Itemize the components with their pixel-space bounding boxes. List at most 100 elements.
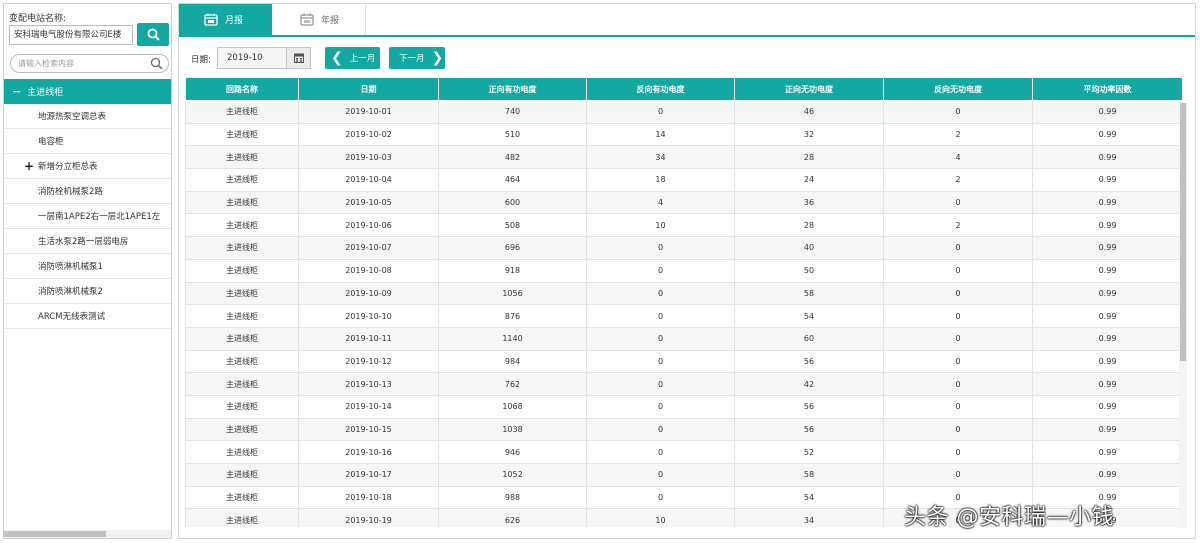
- horizontal-scrollbar[interactable]: [4, 530, 171, 538]
- table-cell: 主进线柜: [185, 394, 299, 419]
- tree-item[interactable]: 一层南1APE2右一层北1APE1左: [4, 204, 171, 229]
- table-row[interactable]: 主进线柜 2019-10-15 1038 0 56 0 0.99: [185, 417, 1183, 442]
- table-cell: 主进线柜: [185, 145, 299, 170]
- table-row[interactable]: 主进线柜 2019-10-02 510 14 32 2 0.99: [185, 122, 1183, 147]
- date-label: 日期:: [191, 55, 211, 65]
- calendar-icon[interactable]: [286, 48, 310, 68]
- table-cell: 0: [586, 236, 735, 260]
- column-header[interactable]: 反向有功电度: [586, 77, 735, 101]
- table-cell: 18: [586, 168, 735, 192]
- tree-search-input[interactable]: [18, 57, 148, 70]
- table-row[interactable]: 主进线柜 2019-10-06 508 10 28 2 0.99: [185, 213, 1183, 238]
- next-month-button[interactable]: 下一月 ❯: [389, 47, 445, 69]
- table-row[interactable]: 主进线柜 2019-10-08 918 0 50 0 0.99: [185, 258, 1183, 283]
- prev-month-button[interactable]: ❮ 上一月: [325, 47, 380, 69]
- tree-item-label: 消防喷淋机械泵2: [38, 287, 103, 297]
- tree-item[interactable]: 生活水泵2路一层弱电房: [4, 229, 171, 254]
- table-cell: 0: [883, 258, 1033, 283]
- table-cell: 主进线柜: [185, 508, 299, 527]
- station-select[interactable]: 安科瑞电气股份有限公司E楼: [9, 25, 133, 45]
- table-cell: 0: [586, 372, 735, 396]
- table-row[interactable]: 主进线柜 2019-10-03 482 34 28 4 0.99: [185, 145, 1183, 170]
- station-search-button[interactable]: [137, 23, 169, 46]
- table-row[interactable]: 主进线柜 2019-10-07 696 0 40 0 0.99: [185, 236, 1183, 260]
- column-header[interactable]: 正向有功电度: [438, 77, 587, 101]
- table-row[interactable]: 主进线柜 2019-10-17 1052 0 58 0 0.99: [185, 463, 1183, 487]
- collapse-icon[interactable]: −: [12, 85, 21, 98]
- table-cell: 40: [734, 236, 884, 260]
- table-row[interactable]: 主进线柜 2019-10-13 762 0 42 0 0.99: [185, 372, 1183, 396]
- tree-item[interactable]: 消防栓机械泵2路: [4, 179, 171, 204]
- table-cell: 主进线柜: [185, 258, 299, 283]
- table-cell: 42: [734, 372, 884, 396]
- month-picker[interactable]: 2019-10: [217, 47, 311, 69]
- column-header[interactable]: 回路名称: [185, 77, 299, 101]
- tab-yearly-report[interactable]: 年报: [275, 4, 366, 35]
- table-cell: 2019-10-01: [298, 100, 439, 124]
- table-cell: 主进线柜: [185, 463, 299, 487]
- table-row[interactable]: 主进线柜 2019-10-12 984 0 56 0 0.99: [185, 349, 1183, 374]
- tab-yearly-label: 年报: [321, 16, 340, 26]
- tree-item-label: 一层南1APE2右一层北1APE1左: [38, 212, 161, 222]
- expand-icon[interactable]: +: [24, 159, 34, 173]
- table-cell: 0.99: [1032, 463, 1183, 487]
- tree-search-box[interactable]: [10, 54, 169, 73]
- table-cell: 0: [883, 394, 1033, 419]
- table-cell: 2019-10-10: [298, 304, 439, 328]
- table-row[interactable]: 主进线柜 2019-10-01 740 0 46 0 0.99: [185, 100, 1183, 124]
- table-cell: 4: [883, 145, 1033, 170]
- column-header[interactable]: 平均功率因数: [1032, 77, 1183, 101]
- table-cell: 46: [734, 100, 884, 124]
- tree-item[interactable]: 消防喷淋机械泵2: [4, 279, 171, 304]
- calendar-year-icon: [300, 13, 314, 26]
- report-tabs: 月报 年报: [179, 4, 1195, 37]
- table-cell: 2019-10-19: [298, 508, 439, 527]
- table-cell: 60: [734, 326, 884, 351]
- table-row[interactable]: 主进线柜 2019-10-16 946 0 52 0 0.99: [185, 440, 1183, 464]
- search-icon: [147, 28, 160, 41]
- table-cell: 56: [734, 417, 884, 442]
- table-cell: 740: [438, 100, 587, 124]
- table-header-row: 回路名称 日期 正向有功电度 反向有功电度 正向无功电度 反向无功电度 平均功率因数: [185, 77, 1183, 101]
- table-cell: 1038: [438, 417, 587, 442]
- table-cell: 0.99: [1032, 122, 1183, 147]
- column-header[interactable]: 日期: [298, 77, 439, 101]
- table-cell: 主进线柜: [185, 326, 299, 351]
- table-cell: 24: [734, 168, 884, 192]
- tree-item[interactable]: + 新增分立柜总表: [4, 154, 171, 179]
- column-header[interactable]: 正向无功电度: [734, 77, 884, 101]
- table-cell: 54: [734, 485, 884, 510]
- table-cell: 0: [586, 349, 735, 374]
- table-row[interactable]: 主进线柜 2019-10-05 600 4 36 0 0.99: [185, 190, 1183, 215]
- table-cell: 984: [438, 349, 587, 374]
- chevron-right-icon: ❯: [431, 50, 444, 66]
- table-cell: 482: [438, 145, 587, 170]
- table-cell: 0.99: [1032, 440, 1183, 464]
- tree-root-item[interactable]: − 主进线柜: [4, 79, 171, 104]
- tree-item[interactable]: 地源热泵空调总表: [4, 104, 171, 129]
- tree-item[interactable]: 电容柜: [4, 129, 171, 154]
- table-row[interactable]: 主进线柜 2019-10-09 1056 0 58 0 0.99: [185, 281, 1183, 306]
- table-cell: 0.99: [1032, 100, 1183, 124]
- table-row[interactable]: 主进线柜 2019-10-10 876 0 54 0 0.99: [185, 304, 1183, 328]
- table-row[interactable]: 主进线柜 2019-10-04 464 18 24 2 0.99: [185, 168, 1183, 192]
- table-cell: 36: [734, 190, 884, 215]
- table-cell: 2019-10-04: [298, 168, 439, 192]
- scrollbar-thumb[interactable]: [4, 531, 106, 537]
- table-cell: 1056: [438, 281, 587, 306]
- table-row[interactable]: 主进线柜 2019-10-14 1068 0 56 0 0.99: [185, 394, 1183, 419]
- tree-item[interactable]: 消防喷淋机械泵1: [4, 254, 171, 279]
- tab-monthly-report[interactable]: 月报: [179, 4, 272, 35]
- table-cell: 0.99: [1032, 394, 1183, 419]
- table-row[interactable]: 主进线柜 2019-10-11 1140 0 60 0 0.99: [185, 326, 1183, 351]
- column-header[interactable]: 反向无功电度: [883, 77, 1033, 101]
- scrollbar-thumb[interactable]: [1180, 103, 1186, 361]
- station-tree-panel: 变配电站名称: 安科瑞电气股份有限公司E楼 − 主进线柜 地源热泵空调总表电容柜…: [3, 3, 172, 539]
- table-cell: 14: [586, 122, 735, 147]
- table-cell: 2019-10-14: [298, 394, 439, 419]
- station-label: 变配电站名称:: [9, 14, 67, 24]
- vertical-scrollbar[interactable]: [1179, 103, 1187, 528]
- table-cell: 50: [734, 258, 884, 283]
- magnifier-icon[interactable]: [150, 57, 163, 70]
- tree-item[interactable]: ARCM无线表测试: [4, 304, 171, 329]
